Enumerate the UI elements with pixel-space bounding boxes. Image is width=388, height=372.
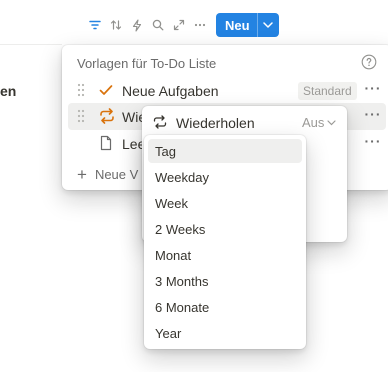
repeat-value: Aus bbox=[302, 115, 325, 130]
dropdown-option[interactable]: Monat bbox=[148, 243, 302, 267]
new-button[interactable]: Neu bbox=[216, 13, 279, 37]
template-row[interactable]: Neue Aufgaben Standard ··· bbox=[68, 77, 386, 104]
new-template-label: Neue V bbox=[94, 167, 139, 182]
dropdown-option[interactable]: 2 Weeks bbox=[148, 217, 302, 241]
template-row-label: Neue Aufgaben bbox=[122, 83, 219, 99]
filter-icon[interactable] bbox=[84, 13, 105, 37]
sort-icon[interactable] bbox=[105, 13, 126, 37]
dropdown-option[interactable]: Year bbox=[148, 321, 302, 345]
chevron-down-icon[interactable] bbox=[256, 13, 279, 37]
search-icon[interactable] bbox=[147, 13, 168, 37]
row-more-icon[interactable]: ··· bbox=[364, 134, 382, 152]
repeat-options-dropdown: Tag Weekday Week 2 Weeks Monat 3 Months … bbox=[144, 135, 306, 349]
page-icon bbox=[98, 135, 116, 151]
help-icon[interactable] bbox=[361, 54, 377, 70]
repeat-icon bbox=[98, 108, 116, 124]
plus-icon: + bbox=[77, 164, 87, 184]
chevron-down-icon bbox=[327, 119, 337, 125]
templates-panel-title: Vorlagen für To-Do Liste bbox=[77, 56, 217, 71]
background-heading-fragment: en bbox=[0, 83, 17, 99]
row-more-icon[interactable]: ··· bbox=[364, 107, 382, 125]
more-icon[interactable] bbox=[189, 13, 210, 37]
expand-icon[interactable] bbox=[168, 13, 189, 37]
repeat-label: Wiederholen bbox=[176, 115, 255, 131]
dropdown-option[interactable]: Tag bbox=[148, 139, 302, 163]
repeat-select[interactable]: Aus bbox=[302, 115, 337, 130]
dropdown-option[interactable]: 3 Months bbox=[148, 269, 302, 293]
new-template-button[interactable]: + Neue V bbox=[77, 164, 139, 184]
drag-handle-icon[interactable] bbox=[77, 109, 85, 123]
database-toolbar: Neu bbox=[84, 13, 279, 37]
automation-icon[interactable] bbox=[126, 13, 147, 37]
row-more-icon[interactable]: ··· bbox=[364, 81, 382, 99]
repeat-icon bbox=[153, 115, 167, 129]
default-badge: Standard bbox=[298, 82, 357, 100]
drag-handle-icon[interactable] bbox=[77, 83, 85, 97]
check-icon bbox=[98, 82, 116, 98]
dropdown-option[interactable]: Weekday bbox=[148, 165, 302, 189]
dropdown-option[interactable]: 6 Monate bbox=[148, 295, 302, 319]
new-button-label: Neu bbox=[225, 17, 250, 33]
dropdown-option[interactable]: Week bbox=[148, 191, 302, 215]
